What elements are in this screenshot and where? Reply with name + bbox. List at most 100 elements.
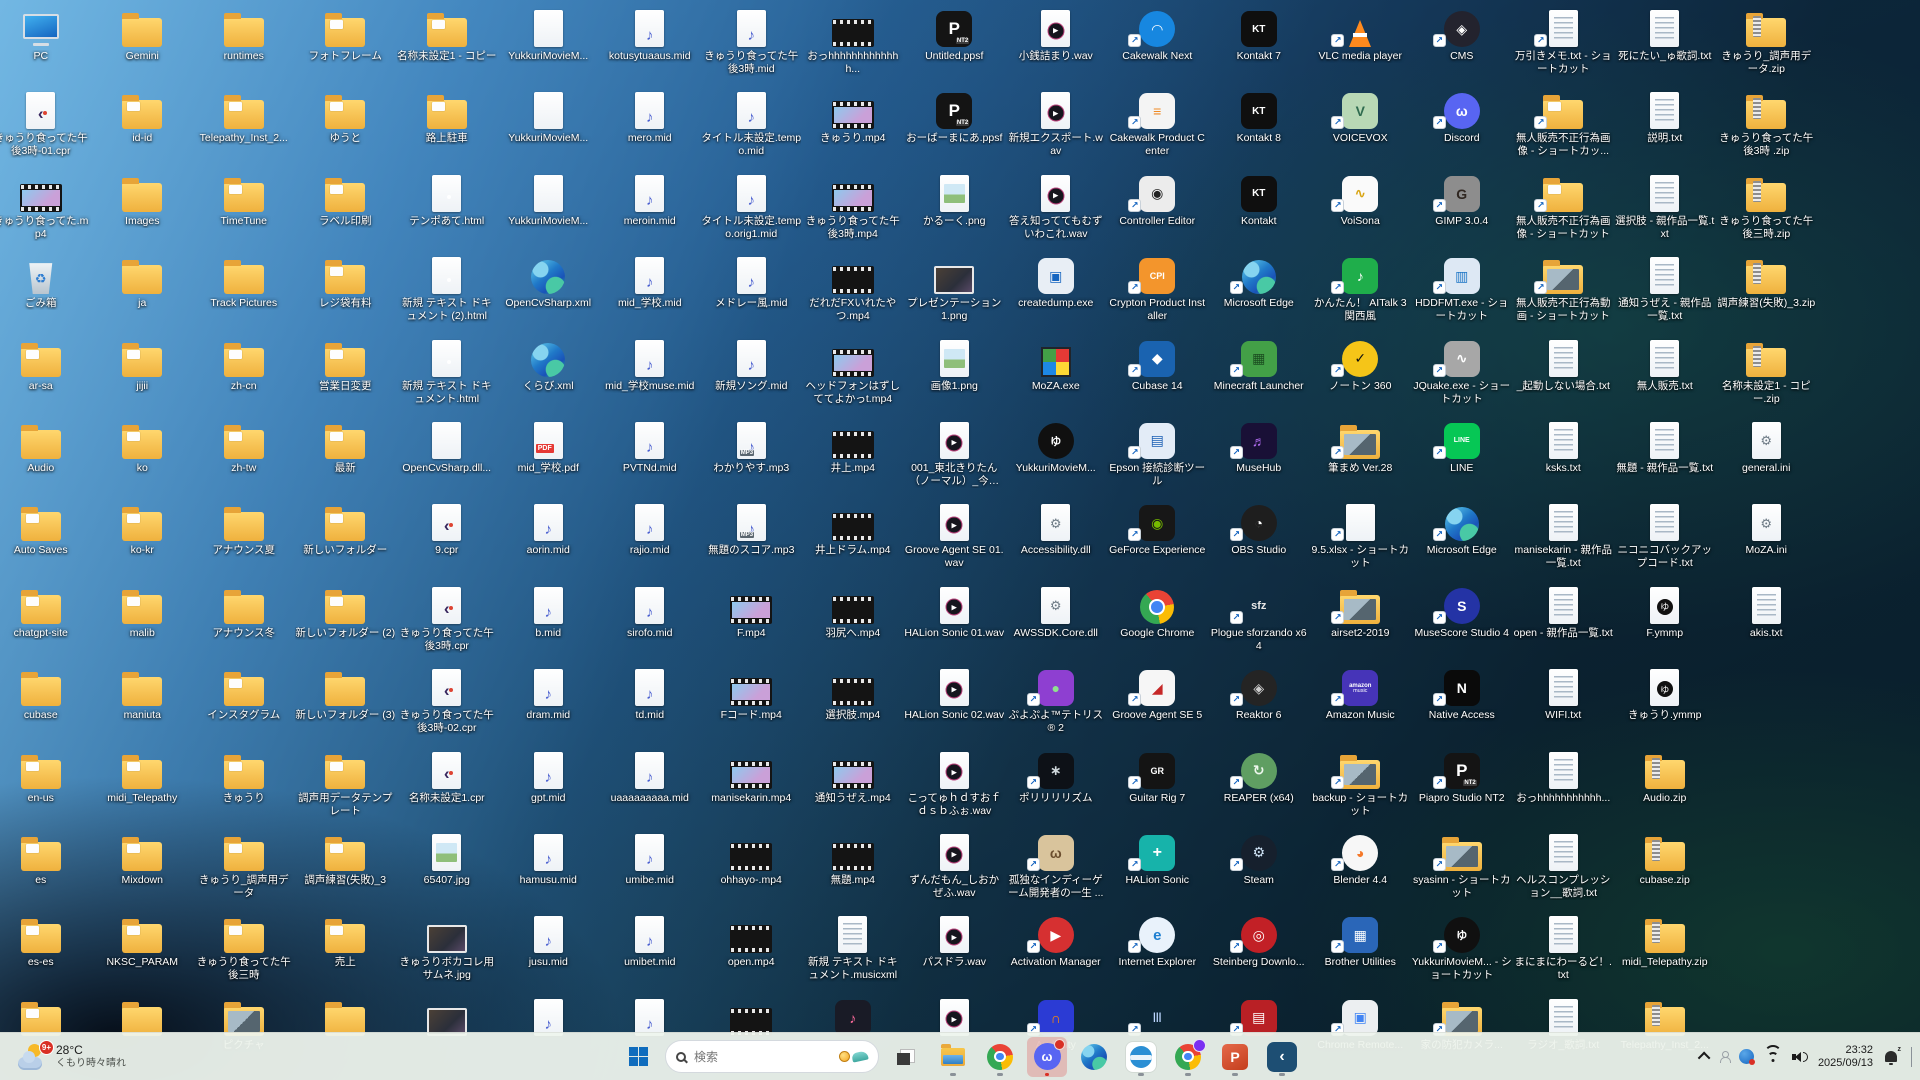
desktop-icon[interactable]: 名称未設定1 - コピー	[396, 6, 498, 88]
desktop-icon[interactable]: 画像1.png	[904, 336, 1006, 418]
desktop-icon[interactable]: ↗ 9.5.xlsx - ショートカット	[1310, 500, 1412, 582]
desktop-icon[interactable]: ▶ 答え知っててもむずいわこれ.wav	[1005, 171, 1107, 253]
desktop-icon[interactable]: ニコニコバックアップコード.txt	[1614, 500, 1716, 582]
desktop-icon[interactable]: ▦ ↗ Brother Utilities	[1310, 912, 1412, 994]
desktop-icon[interactable]: ◈ ↗ CMS	[1411, 6, 1513, 88]
desktop-icon[interactable]: ar-sa	[0, 336, 92, 418]
taskbar-app-discord[interactable]: ω	[1027, 1036, 1067, 1077]
desktop-icon[interactable]: ⚙ ↗ Steam	[1208, 830, 1310, 912]
desktop-icon[interactable]: Audio.zip	[1614, 748, 1716, 830]
desktop-icon[interactable]: runtimes	[193, 6, 295, 88]
desktop-icon[interactable]: アナウンス夏	[193, 500, 295, 582]
desktop-icon[interactable]: YukkuriMovieM...	[498, 6, 600, 88]
desktop-icon[interactable]: ♪ 新規ソング.mid	[701, 336, 803, 418]
desktop-icon[interactable]: ◔ ↗ OBS Studio	[1208, 500, 1310, 582]
desktop-icon[interactable]: ▶ 新規エクスポート.wav	[1005, 88, 1107, 170]
desktop-icon[interactable]: jijii	[92, 336, 194, 418]
desktop-icon[interactable]: Auto Saves	[0, 500, 92, 582]
desktop-icon[interactable]: ‹ 名称未設定1.cpr	[396, 748, 498, 830]
desktop-icon[interactable]: manisekarin - 親作品一覧.txt	[1513, 500, 1615, 582]
desktop-icon[interactable]: ko-kr	[92, 500, 194, 582]
desktop-icon[interactable]: ω ↗ Discord	[1411, 88, 1513, 170]
desktop-icon[interactable]: Fコード.mp4	[701, 665, 803, 747]
desktop-icon[interactable]: ↗ Microsoft Edge	[1411, 500, 1513, 582]
desktop-icon[interactable]: G ↗ GIMP 3.0.4	[1411, 171, 1513, 253]
desktop-icon[interactable]: 通知うぜえ.mp4	[802, 748, 904, 830]
desktop-icon[interactable]: midi_Telepathy.zip	[1614, 912, 1716, 994]
taskbar-app-chrome-profile[interactable]	[1168, 1037, 1208, 1077]
desktop-icon[interactable]: ◈ ↗ Reaktor 6	[1208, 665, 1310, 747]
desktop-icon[interactable]: ゆ YukkuriMovieM...	[1005, 418, 1107, 500]
desktop-icon[interactable]: 死にたい_ゅ歌詞.txt	[1614, 6, 1716, 88]
desktop-icon[interactable]: sfz ↗ Plogue sforzando x64	[1208, 583, 1310, 665]
desktop-icon[interactable]: open.mp4	[701, 912, 803, 994]
desktop-icon[interactable]: akis.txt	[1716, 583, 1818, 665]
desktop-icon[interactable]: TimeTune	[193, 171, 295, 253]
desktop-icon[interactable]: ♪ きゅうり食ってた午後3時.mid	[701, 6, 803, 88]
desktop-icon[interactable]: ♪ meroin.mid	[599, 171, 701, 253]
desktop-icon[interactable]: 新規 テキスト ドキュメント.musicxml	[802, 912, 904, 994]
desktop-icon[interactable]: ↻ ↗ REAPER (x64)	[1208, 748, 1310, 830]
desktop-icon[interactable]: OpenCvSharp.dll...	[396, 418, 498, 500]
desktop-icon[interactable]: Track Pictures	[193, 253, 295, 335]
desktop-icon[interactable]: 売上	[295, 912, 397, 994]
desktop-icon[interactable]: ♪ タイトル未設定.tempo.mid	[701, 88, 803, 170]
desktop-icon[interactable]: S ↗ MuseScore Studio 4	[1411, 583, 1513, 665]
hidden-icons-chevron-icon[interactable]	[1697, 1051, 1711, 1065]
desktop-icon[interactable]: ko	[92, 418, 194, 500]
desktop-icon[interactable]: P NT2 おーばーまにあ.ppsf	[904, 88, 1006, 170]
desktop-icon[interactable]: ↗ backup - ショートカット	[1310, 748, 1412, 830]
desktop-icon[interactable]: N ↗ Native Access	[1411, 665, 1513, 747]
desktop-icon[interactable]: 新しいフォルダー (3)	[295, 665, 397, 747]
desktop-icon[interactable]: まにまにわーるど！.txt	[1513, 912, 1615, 994]
desktop-icon[interactable]: ja	[92, 253, 194, 335]
desktop-icon[interactable]: ♪ MP3 わかりやす.mp3	[701, 418, 803, 500]
desktop-icon[interactable]: 名称未設定1 - コピー.zip	[1716, 336, 1818, 418]
desktop-icon[interactable]: きゅうり	[193, 748, 295, 830]
desktop-icon[interactable]: CPI ↗ Crypton Product Installer	[1107, 253, 1209, 335]
desktop-icon[interactable]: ♪ b.mid	[498, 583, 600, 665]
desktop-icon[interactable]: PC	[0, 6, 92, 88]
desktop-icon[interactable]: ↗ 無人販売不正行為画像 - ショートカット	[1513, 171, 1615, 253]
desktop-icon[interactable]: ▶ ずんだもん_しおかぜふ.wav	[904, 830, 1006, 912]
desktop-icon[interactable]: きゅうり_調声用データ.zip	[1716, 6, 1818, 88]
desktop-icon[interactable]: 路上駐車	[396, 88, 498, 170]
desktop-icon[interactable]: ✓ ↗ ノートン 360	[1310, 336, 1412, 418]
desktop-icon[interactable]: ▶ パスドラ.wav	[904, 912, 1006, 994]
desktop-icon[interactable]: ↗ 無人販売不正行為画像 - ショートカッ...	[1513, 88, 1615, 170]
clock[interactable]: 23:32 2025/09/13	[1818, 1044, 1873, 1070]
desktop-icon[interactable]: midi_Telepathy	[92, 748, 194, 830]
desktop-icon[interactable]: 通知うぜえ - 親作品一覧.txt	[1614, 253, 1716, 335]
desktop-icon[interactable]: 調声練習(失敗)_3	[295, 830, 397, 912]
desktop-icon[interactable]: ▦ ↗ Minecraft Launcher	[1208, 336, 1310, 418]
desktop-icon[interactable]: zh-cn	[193, 336, 295, 418]
taskbar-app-cubase[interactable]: ‹	[1262, 1037, 1302, 1077]
desktop-icon[interactable]: ▶ HALion Sonic 02.wav	[904, 665, 1006, 747]
search-input[interactable]	[694, 1049, 814, 1064]
desktop-icon[interactable]: きゅうり_調声用データ	[193, 830, 295, 912]
desktop-icon[interactable]: Audio	[0, 418, 92, 500]
desktop-icon[interactable]: PDF mid_学校.pdf	[498, 418, 600, 500]
desktop-icon[interactable]: プレゼンテーション1.png	[904, 253, 1006, 335]
desktop-icon[interactable]: ◢ ↗ Groove Agent SE 5	[1107, 665, 1209, 747]
desktop-icon[interactable]: ◉ ↗ Controller Editor	[1107, 171, 1209, 253]
desktop-icon[interactable]: だれだFXいれたやつ.mp4	[802, 253, 904, 335]
desktop-icon[interactable]: きゅうり食ってた.mp4	[0, 171, 92, 253]
notification-bell-icon[interactable]: z	[1885, 1046, 1901, 1065]
taskbar-app-chrome[interactable]	[980, 1037, 1020, 1077]
desktop-icon[interactable]: ↗ airset2-2019	[1310, 583, 1412, 665]
desktop-icon[interactable]: ∗ ↗ ポリリリリズム	[1005, 748, 1107, 830]
desktop-icon[interactable]: きゅうり食ってた午後3時.mp4	[802, 171, 904, 253]
desktop-icon[interactable]: きゅうり.mp4	[802, 88, 904, 170]
desktop-icon[interactable]: 井上.mp4	[802, 418, 904, 500]
desktop-icon[interactable]: 井上ドラム.mp4	[802, 500, 904, 582]
desktop-icon[interactable]: ♪ rajio.mid	[599, 500, 701, 582]
taskbar-app-start[interactable]	[618, 1037, 658, 1077]
desktop-icon[interactable]: ◕ ↗ Blender 4.4	[1310, 830, 1412, 912]
desktop-icon[interactable]: ⚙ Accessibility.dll	[1005, 500, 1107, 582]
desktop-icon[interactable]: ヘッドフォンはずしててよかっt.mp4	[802, 336, 904, 418]
desktop-icon[interactable]: 選択肢 - 親作品一覧.txt	[1614, 171, 1716, 253]
desktop-icon[interactable]: きゅうり食ってた午後3時 .zip	[1716, 88, 1818, 170]
desktop-icon[interactable]: malib	[92, 583, 194, 665]
desktop-icon[interactable]: ohhayo-.mp4	[701, 830, 803, 912]
